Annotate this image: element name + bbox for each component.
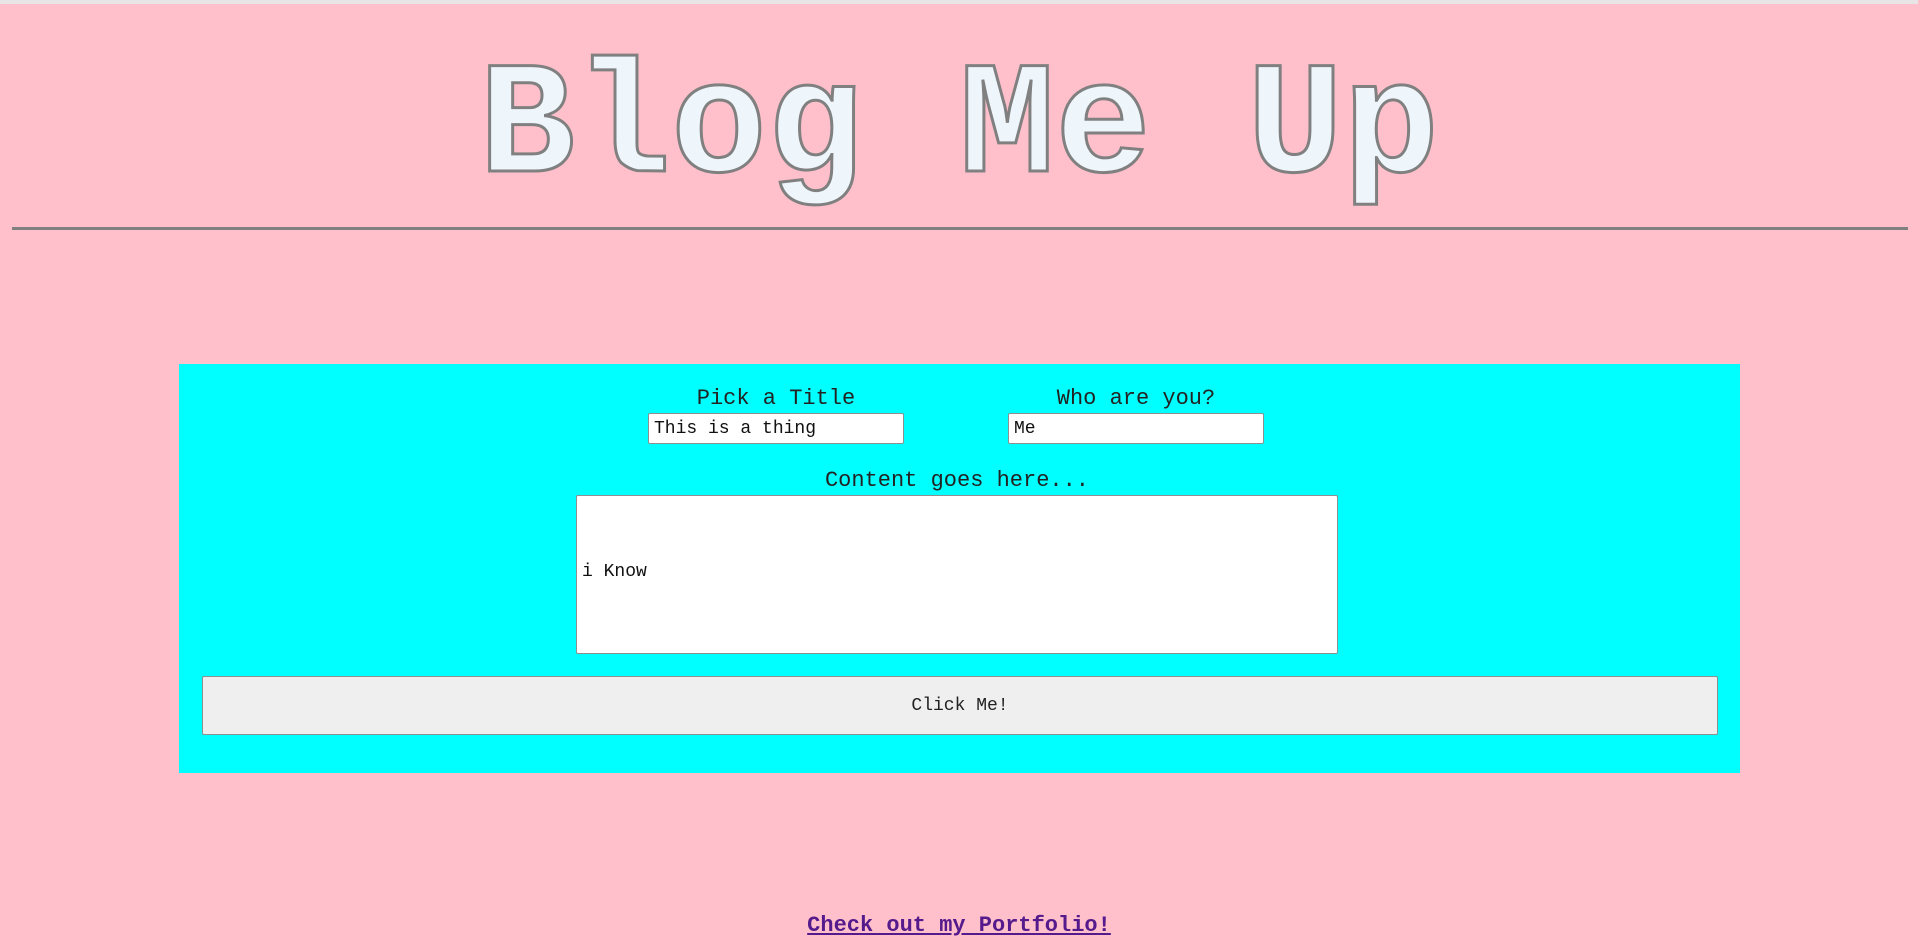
author-input[interactable] bbox=[1008, 413, 1264, 444]
author-label: Who are you? bbox=[1056, 386, 1216, 411]
submit-button[interactable]: Click Me! bbox=[202, 676, 1718, 735]
portfolio-link[interactable]: Check out my Portfolio! bbox=[807, 913, 1111, 938]
footer: Check out my Portfolio! bbox=[0, 912, 1918, 940]
site-title: Blog Me Up bbox=[477, 38, 1440, 221]
author-field-group: Who are you? bbox=[1008, 386, 1264, 444]
header-divider bbox=[12, 227, 1908, 230]
site-header: Blog Me Up bbox=[0, 38, 1918, 221]
blog-form-panel: Pick a Title Who are you? Content goes h… bbox=[179, 364, 1740, 773]
content-label: Content goes here... bbox=[824, 468, 1090, 493]
title-label: Pick a Title bbox=[696, 386, 856, 411]
content-textarea[interactable]: i Know bbox=[576, 495, 1338, 654]
title-field-group: Pick a Title bbox=[648, 386, 904, 444]
content-field-group: Content goes here... i Know bbox=[576, 468, 1338, 654]
top-border bbox=[0, 0, 1918, 4]
title-input[interactable] bbox=[648, 413, 904, 444]
